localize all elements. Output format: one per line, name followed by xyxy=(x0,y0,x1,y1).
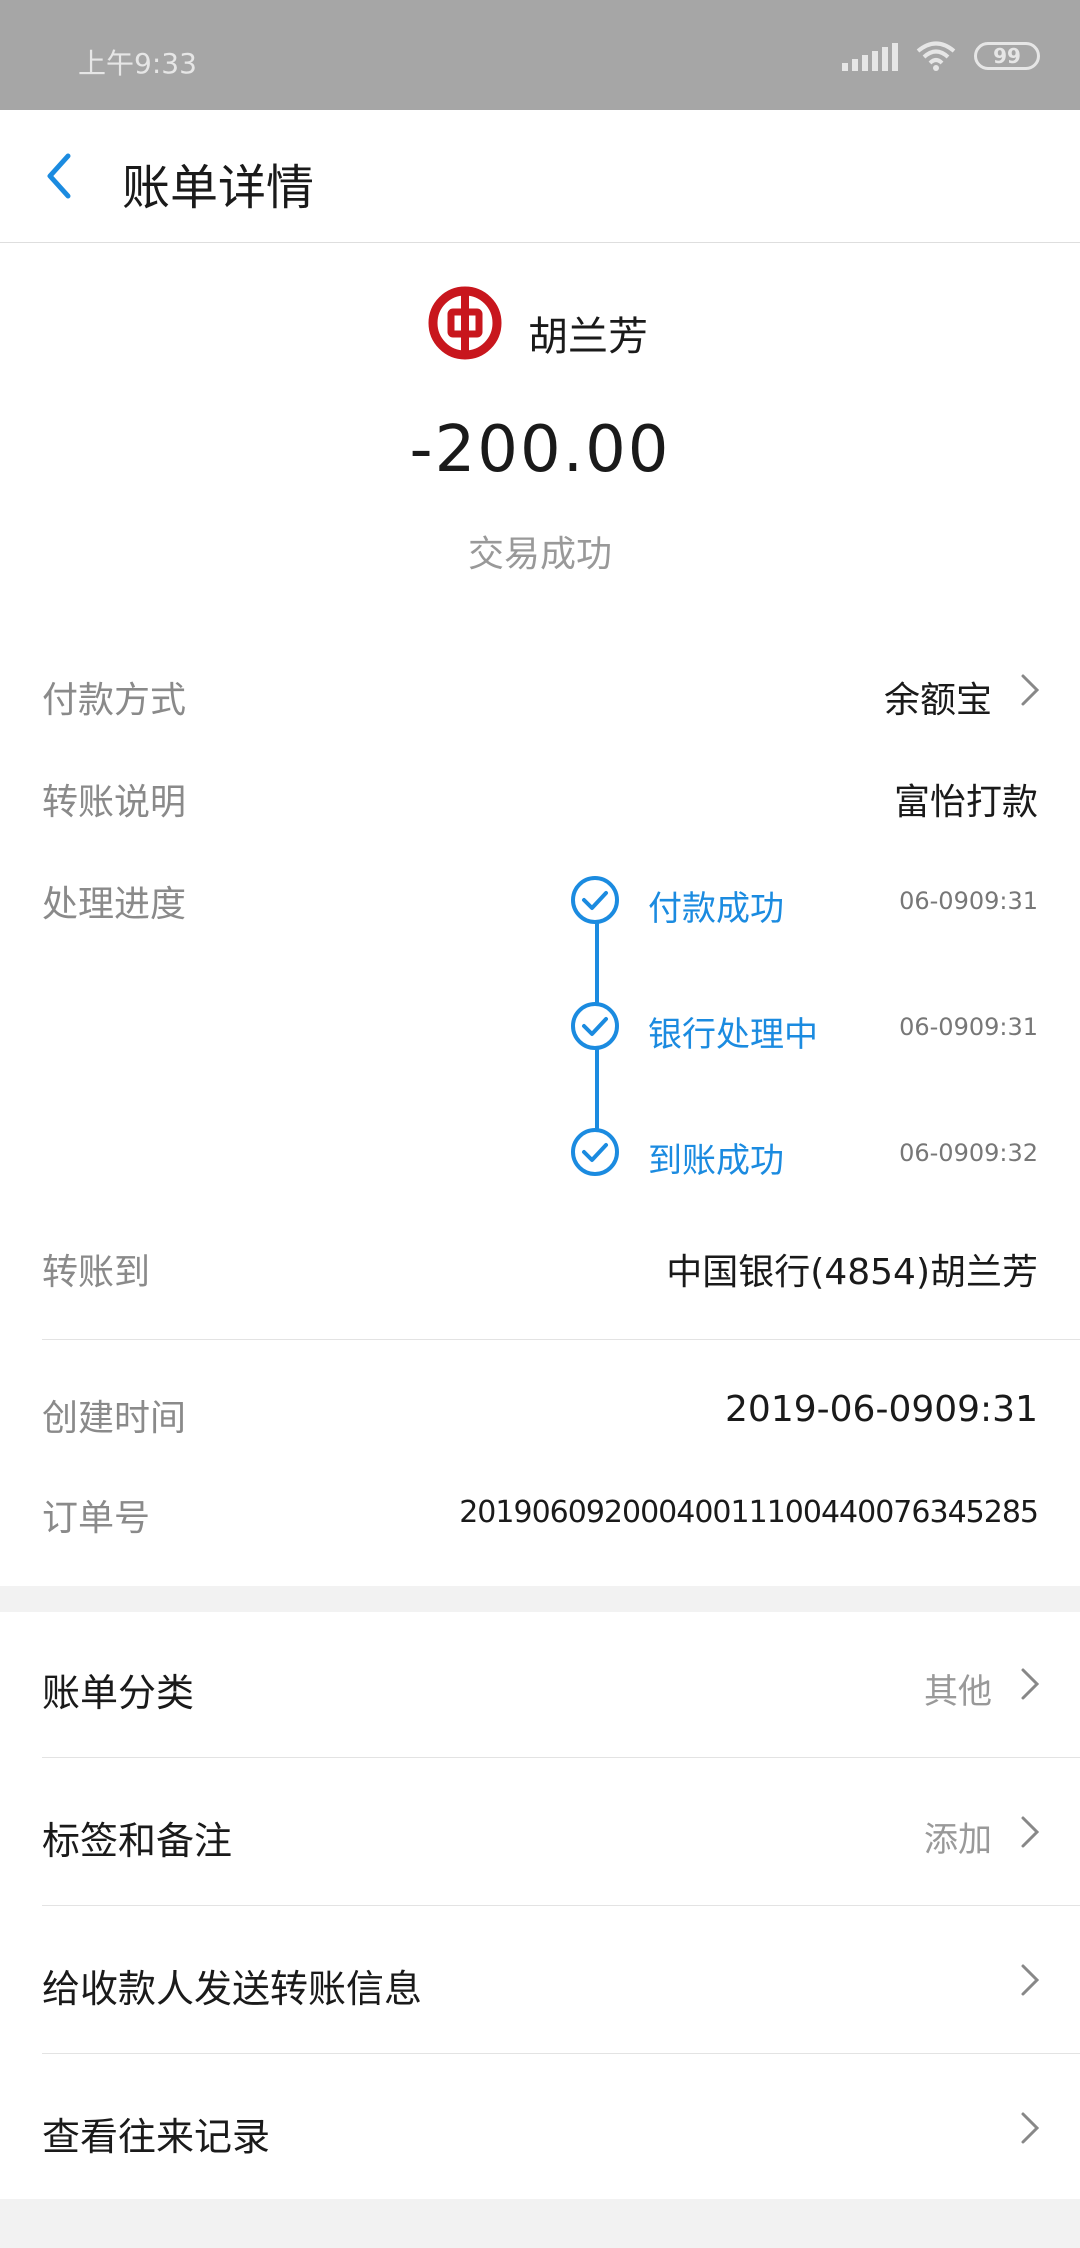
status-icons: 99 xyxy=(842,40,1040,72)
step-label: 到账成功 xyxy=(648,1141,784,1181)
chevron-right-icon xyxy=(1021,2112,1040,2144)
timeline-step: 到账成功 06-0909:32 xyxy=(570,1127,1050,1181)
transaction-amount: -200.00 xyxy=(409,413,671,487)
divider xyxy=(42,1905,1080,1906)
status-bar: 上午9:33 99 xyxy=(0,0,1080,110)
transfer-note-value: 富怡打款 xyxy=(893,782,1038,823)
step-time: 06-0909:31 xyxy=(899,1013,1038,1041)
step-time: 06-0909:32 xyxy=(899,1139,1038,1167)
chevron-right-icon xyxy=(1021,1816,1040,1848)
menu-item-label: 查看往来记录 xyxy=(42,2115,271,2159)
transfer-to-value: 中国银行(4854)胡兰芳 xyxy=(666,1252,1038,1293)
order-number-value: 20190609200040011100440076345285 xyxy=(459,1495,1039,1530)
chevron-right-icon xyxy=(1021,1668,1040,1700)
check-circle-icon xyxy=(571,876,619,924)
payment-method-label: 付款方式 xyxy=(42,680,187,721)
menu-item-label: 给收款人发送转账信息 xyxy=(42,1967,423,2011)
payee-header: 胡兰芳 xyxy=(0,286,1080,362)
menu-item-label: 账单分类 xyxy=(42,1671,195,1715)
bill-detail-card: 胡兰芳 -200.00 交易成功 付款方式 余额宝 转账说明 富怡打款 处理进度… xyxy=(0,243,1080,1586)
created-time-value: 2019-06-0909:31 xyxy=(725,1389,1038,1430)
page-title: 账单详情 xyxy=(122,160,315,216)
divider xyxy=(42,2053,1080,2054)
check-circle-icon xyxy=(571,1128,619,1176)
timeline-step: 银行处理中 06-0909:31 xyxy=(570,1001,1050,1055)
check-circle-icon xyxy=(571,1002,619,1050)
progress-timeline: 付款成功 06-0909:31 银行处理中 06-0909:31 到账成功 06… xyxy=(570,875,1050,1415)
nav-bar: 账单详情 xyxy=(0,110,1080,243)
transaction-status: 交易成功 xyxy=(467,534,612,575)
menu-item-tags-notes[interactable]: 标签和备注 添加 xyxy=(0,1760,1080,1906)
bill-actions-menu: 账单分类 其他 标签和备注 添加 给收款人发送转账信息 查看往来记录 xyxy=(0,1612,1080,2199)
menu-item-bill-category[interactable]: 账单分类 其他 xyxy=(0,1612,1080,1758)
signal-icon xyxy=(842,41,898,71)
battery-icon: 99 xyxy=(974,42,1040,70)
step-time: 06-0909:31 xyxy=(899,887,1038,915)
menu-item-value: 添加 xyxy=(924,1820,992,1860)
progress-label: 处理进度 xyxy=(42,884,187,925)
back-arrow-icon[interactable] xyxy=(38,150,88,202)
bank-of-china-logo xyxy=(428,286,502,360)
created-time-label: 创建时间 xyxy=(42,1398,187,1439)
menu-item-send-transfer-info[interactable]: 给收款人发送转账信息 xyxy=(0,1908,1080,2054)
transfer-note-label: 转账说明 xyxy=(42,782,187,823)
battery-level: 99 xyxy=(993,44,1021,68)
timeline-step: 付款成功 06-0909:31 xyxy=(570,875,1050,929)
divider xyxy=(42,1757,1080,1758)
menu-item-label: 标签和备注 xyxy=(42,1819,233,1863)
status-time: 上午9:33 xyxy=(78,47,197,80)
transfer-to-label: 转账到 xyxy=(42,1252,151,1293)
menu-item-view-records[interactable]: 查看往来记录 xyxy=(0,2056,1080,2202)
payee-name: 胡兰芳 xyxy=(528,314,648,360)
payment-method-value[interactable]: 余额宝 xyxy=(884,671,992,723)
divider xyxy=(42,1339,1080,1340)
step-label: 付款成功 xyxy=(648,889,784,929)
order-number-label: 订单号 xyxy=(42,1498,151,1539)
wifi-icon xyxy=(916,41,956,71)
chevron-right-icon xyxy=(1021,1964,1040,1996)
chevron-right-icon[interactable] xyxy=(1020,673,1040,707)
step-label: 银行处理中 xyxy=(648,1015,818,1055)
menu-item-value: 其他 xyxy=(924,1672,992,1712)
